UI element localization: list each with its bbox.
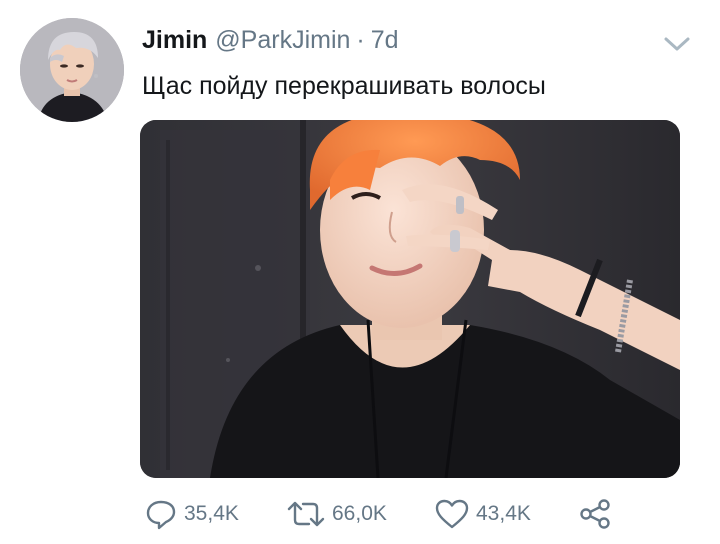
tweet-actions: 35,4K 66,0K 43,4K (140, 492, 640, 536)
avatar-image (20, 18, 124, 122)
like-count: 43,4K (476, 502, 531, 525)
photo-image (140, 120, 680, 478)
avatar[interactable] (20, 18, 124, 122)
tweet-timestamp[interactable]: 7d (371, 26, 399, 55)
reply-icon (146, 500, 176, 530)
tweet-menu-button[interactable] (660, 30, 694, 58)
retweet-button[interactable]: 66,0K (286, 492, 387, 536)
tweet-header: Jimin @ParkJimin · 7d (142, 26, 399, 56)
share-icon (580, 499, 610, 529)
like-button[interactable]: 43,4K (434, 492, 531, 536)
header-separator: · (356, 26, 365, 54)
reply-count: 35,4K (184, 502, 239, 525)
tweet: Jimin @ParkJimin · 7d Щас пойду перекраш… (0, 0, 720, 544)
retweet-count: 66,0K (332, 502, 387, 525)
retweet-icon (287, 501, 325, 527)
heart-icon (435, 499, 469, 529)
author-handle[interactable]: @ParkJimin (215, 26, 350, 55)
reply-button[interactable]: 35,4K (144, 492, 239, 536)
chevron-down-icon (664, 37, 690, 51)
tweet-text: Щас пойду перекрашивать волосы (142, 72, 546, 100)
author-name[interactable]: Jimin (142, 26, 207, 55)
tweet-photo[interactable] (140, 120, 680, 478)
share-button[interactable] (578, 492, 618, 536)
